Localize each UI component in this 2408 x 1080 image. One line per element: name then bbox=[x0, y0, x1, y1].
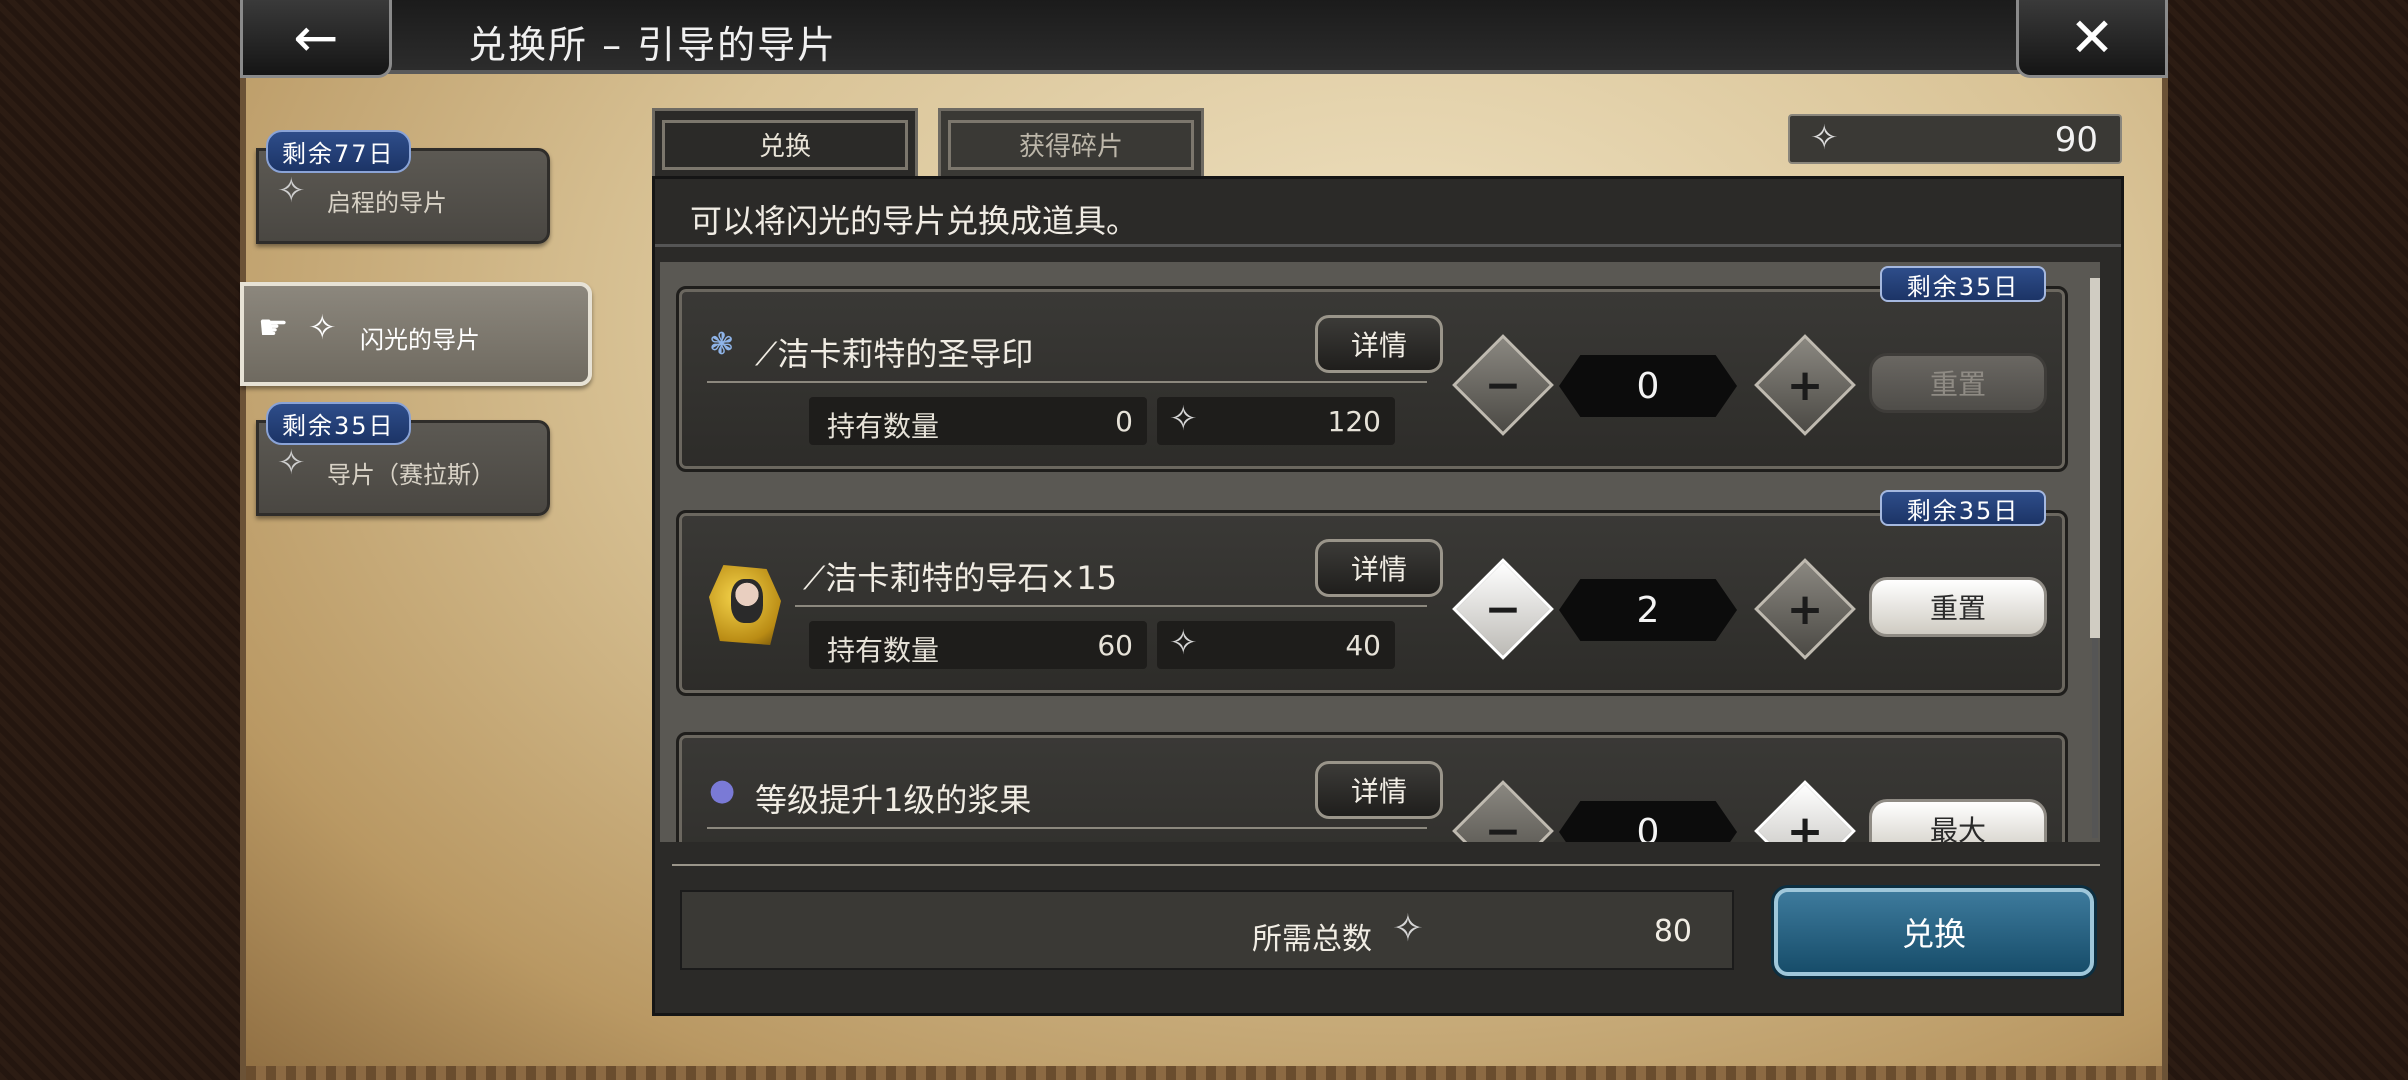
list-item: ● 等级提升1级的浆果 详情 − 0 + 最大 bbox=[676, 732, 2068, 842]
close-icon: ✕ bbox=[2069, 6, 2115, 69]
sidebar-item-label: 导片（赛拉斯） bbox=[327, 461, 495, 489]
page-title: 兑换所 – 引导的导片 bbox=[468, 23, 838, 67]
tab-exchange[interactable]: 兑换 bbox=[652, 108, 918, 178]
total-label: 所需总数 bbox=[1252, 922, 1372, 957]
unit-weapon-icon: ⟋ bbox=[755, 335, 778, 373]
shard-icon: ✧ bbox=[1169, 623, 1198, 663]
shard-icon: ✧ bbox=[1169, 399, 1198, 439]
cost-box: ✧ 120 bbox=[1157, 397, 1395, 445]
scrollbar-thumb[interactable] bbox=[2090, 278, 2100, 638]
increase-button[interactable]: + bbox=[1754, 780, 1856, 842]
item-name-text: 洁卡莉特的圣导印 bbox=[777, 335, 1034, 373]
increase-button[interactable]: + bbox=[1754, 558, 1856, 660]
plus-icon: + bbox=[1786, 805, 1824, 843]
minus-icon: − bbox=[1484, 805, 1522, 843]
tab-label: 兑换 bbox=[662, 119, 908, 170]
divider bbox=[672, 864, 2100, 866]
back-button[interactable]: ← bbox=[240, 0, 392, 78]
increase-button[interactable]: + bbox=[1754, 334, 1856, 436]
plus-icon: + bbox=[1786, 583, 1824, 635]
seal-item-icon: ❃ bbox=[709, 327, 735, 362]
decrease-button[interactable]: − bbox=[1452, 780, 1554, 842]
sidebar-item-label: 启程的导片 bbox=[327, 189, 447, 217]
remaining-days-badge: 剩余35日 bbox=[266, 402, 411, 445]
item-name: ⟋洁卡莉特的圣导印 bbox=[755, 329, 1033, 375]
total-value: 80 bbox=[1653, 914, 1692, 949]
list-item: ❃ ⟋洁卡莉特的圣导印 详情 持有数量 0 ✧ 120 − 0 + 重置 bbox=[676, 286, 2068, 472]
quantity-display: 0 bbox=[1559, 355, 1737, 417]
held-value: 60 bbox=[1097, 629, 1133, 662]
header-bar: ← 兑换所 – 引导的导片 ✕ bbox=[240, 0, 2168, 78]
held-label: 持有数量 bbox=[827, 410, 940, 443]
item-list[interactable]: ❃ ⟋洁卡莉特的圣导印 详情 持有数量 0 ✧ 120 − 0 + 重置 剩余3… bbox=[660, 262, 2100, 842]
held-quantity-box: 持有数量 0 bbox=[809, 397, 1147, 445]
item-name: 等级提升1级的浆果 bbox=[755, 781, 1032, 819]
item-name: ⟋洁卡莉特的导石×15 bbox=[803, 553, 1117, 599]
back-arrow-icon: ← bbox=[293, 6, 339, 69]
shard-icon: ✧ bbox=[308, 308, 337, 348]
cost-value: 120 bbox=[1327, 405, 1381, 438]
tab-obtain-fragments[interactable]: 获得碎片 bbox=[938, 108, 1204, 178]
remaining-days-badge: 剩余35日 bbox=[1880, 490, 2046, 526]
divider bbox=[707, 827, 1427, 829]
minus-icon: − bbox=[1484, 359, 1522, 411]
item-name-text: 洁卡莉特的导石×15 bbox=[825, 559, 1117, 597]
tab-label: 获得碎片 bbox=[948, 119, 1194, 170]
cost-value: 40 bbox=[1345, 629, 1381, 662]
divider bbox=[795, 605, 1427, 607]
close-button[interactable]: ✕ bbox=[2016, 0, 2168, 78]
sidebar-item-shining-shard[interactable]: ☛ ✧ 闪光的导片 bbox=[240, 282, 592, 386]
held-value: 0 bbox=[1115, 405, 1133, 438]
remaining-days-badge: 剩余77日 bbox=[266, 130, 411, 173]
reset-button[interactable]: 重置 bbox=[1869, 577, 2047, 637]
right-background bbox=[2168, 0, 2408, 1080]
currency-display: ✧ 90 bbox=[1788, 114, 2122, 164]
shard-icon: ✧ bbox=[1810, 118, 1839, 158]
remaining-days-badge: 剩余35日 bbox=[1880, 266, 2046, 302]
left-background bbox=[0, 0, 240, 1080]
detail-button[interactable]: 详情 bbox=[1315, 539, 1443, 597]
quantity-display: 2 bbox=[1559, 579, 1737, 641]
decrease-button[interactable]: − bbox=[1452, 334, 1554, 436]
reset-button[interactable]: 重置 bbox=[1869, 353, 2047, 413]
divider bbox=[707, 381, 1427, 383]
shard-icon: ✧ bbox=[277, 443, 306, 483]
shard-icon: ✧ bbox=[277, 171, 306, 211]
divider bbox=[655, 244, 2121, 247]
max-button[interactable]: 最大 bbox=[1869, 799, 2047, 842]
held-label: 持有数量 bbox=[827, 634, 940, 667]
unit-weapon-icon: ⟋ bbox=[803, 559, 826, 597]
exchange-button[interactable]: 兑换 bbox=[1774, 888, 2094, 976]
detail-button[interactable]: 详情 bbox=[1315, 761, 1443, 819]
total-required-box: 所需总数 ✧ 80 bbox=[680, 890, 1734, 970]
detail-button[interactable]: 详情 bbox=[1315, 315, 1443, 373]
cost-box: ✧ 40 bbox=[1157, 621, 1395, 669]
pointing-hand-icon: ☛ bbox=[258, 308, 289, 348]
shard-icon: ✧ bbox=[1392, 906, 1424, 950]
held-quantity-box: 持有数量 60 bbox=[809, 621, 1147, 669]
quantity-display: 0 bbox=[1559, 801, 1737, 842]
plus-icon: + bbox=[1786, 359, 1824, 411]
sidebar-item-label: 闪光的导片 bbox=[360, 326, 480, 354]
list-item: ⟋洁卡莉特的导石×15 详情 持有数量 60 ✧ 40 − 2 + 重置 bbox=[676, 510, 2068, 696]
unit-portrait-icon bbox=[709, 565, 781, 645]
decrease-button[interactable]: − bbox=[1452, 558, 1554, 660]
minus-icon: − bbox=[1484, 583, 1522, 635]
currency-value: 90 bbox=[2054, 120, 2098, 160]
berry-item-icon: ● bbox=[709, 773, 736, 808]
instruction-text: 可以将闪光的导片兑换成道具。 bbox=[690, 202, 1139, 240]
